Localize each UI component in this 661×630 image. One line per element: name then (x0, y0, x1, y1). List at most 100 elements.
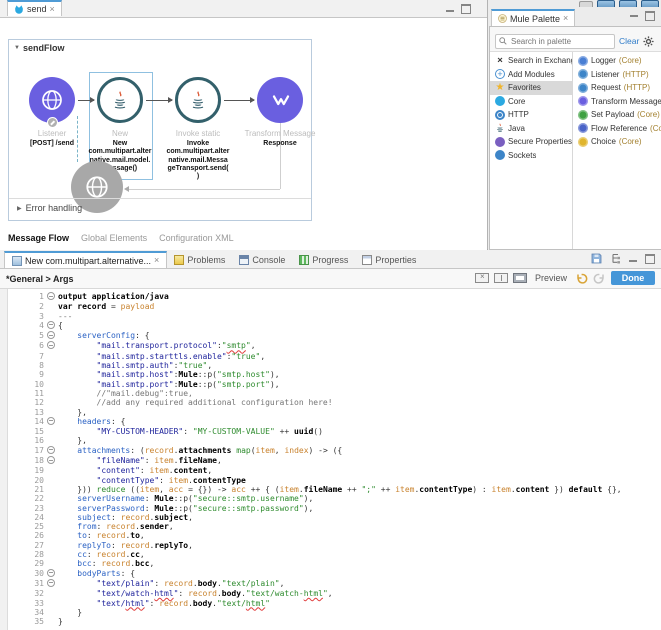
code-line[interactable]: 32 "text/watch-html": record.body."text/… (8, 589, 661, 598)
gear-icon[interactable] (643, 35, 654, 47)
code-line[interactable]: 15 "MY-CUSTOM-HEADER": "MY-CUSTOM-VALUE"… (8, 427, 661, 436)
code-line[interactable]: 3 --- (8, 312, 661, 321)
code-line[interactable]: 34 } (8, 608, 661, 617)
code-line[interactable]: 21 })) reduce ((item, acc = {}) -> acc +… (8, 485, 661, 494)
code-line[interactable]: 13 }, (8, 408, 661, 417)
flow-node-transform-message[interactable]: Transform Message Response (245, 77, 315, 147)
code-line[interactable]: 19 "content": item.content, (8, 466, 661, 475)
tab-configuration-xml[interactable]: Configuration XML (159, 233, 234, 243)
code-line[interactable]: 27 replyTo: record.replyTo, (8, 541, 661, 550)
code-line[interactable]: 23 serverPassword: Mule::p("secure::smtp… (8, 504, 661, 513)
code-line[interactable]: 2 var record = payload (8, 302, 661, 311)
code-line[interactable]: 8 "mail.smtp.auth":"true", (8, 361, 661, 370)
close-icon[interactable]: × (50, 4, 55, 14)
code-lines[interactable]: 1 output application/java 2 var record = pa… (8, 292, 661, 630)
flow-node-java-new[interactable]: New New com.multipart.alter native.mail.mo… (88, 77, 152, 172)
palette-category-java[interactable]: Java (490, 122, 572, 136)
palette-component-transform-message[interactable]: Transform Message(Core) (573, 95, 661, 109)
fold-toggle-icon[interactable] (47, 578, 55, 587)
code-line[interactable]: 10 "mail.smtp.port":Mule::p("smtp.port")… (8, 380, 661, 389)
code-line[interactable]: 20 "contentType": item.contentType (8, 476, 661, 485)
code-line[interactable]: 12 //add any required additional configu… (8, 398, 661, 407)
expand-icon[interactable]: ▶ (17, 205, 22, 212)
bottom-tab-console[interactable]: Console (232, 251, 292, 268)
undo-icon[interactable] (575, 273, 588, 284)
code-line[interactable]: 26 to: record.to, (8, 531, 661, 540)
tab-message-flow[interactable]: Message Flow (8, 233, 69, 243)
view-editor-only-icon[interactable] (512, 273, 527, 283)
palette-category-search-in-exchange-[interactable]: × Search in Exchange.. (490, 54, 572, 68)
code-line[interactable]: 9 "mail.smtp.host":Mule::p("smtp.host"), (8, 370, 661, 379)
maximize-icon[interactable] (645, 253, 655, 264)
search-input[interactable] (509, 35, 603, 47)
minimize-icon[interactable] (630, 15, 638, 17)
bottom-tab-properties[interactable]: Properties (355, 251, 423, 268)
close-icon[interactable]: × (563, 14, 568, 23)
fold-toggle-icon[interactable] (47, 416, 55, 425)
save-icon[interactable] (591, 253, 602, 264)
code-line[interactable]: 1 output application/java (8, 292, 661, 302)
minimize-icon[interactable] (629, 259, 637, 262)
minimize-icon[interactable] (446, 10, 454, 12)
code-line[interactable]: 18 "fileName": item.fileName, (8, 456, 661, 466)
palette-category-sockets[interactable]: Sockets (490, 149, 572, 163)
view-split-icon[interactable] (493, 273, 508, 283)
code-line[interactable]: 7 "mail.smtp.starttls.enable":"true", (8, 352, 661, 361)
fold-toggle-icon[interactable] (47, 568, 55, 577)
palette-component-flow-reference[interactable]: Flow Reference(Core) (573, 122, 661, 136)
fold-toggle-icon[interactable] (47, 292, 55, 300)
bottom-tab-new-com-multipart-alternative-[interactable]: New com.multipart.alternative... × (4, 251, 168, 268)
code-line[interactable]: 30 bodyParts: { (8, 568, 661, 579)
maximize-icon[interactable] (645, 11, 655, 21)
flow-node-java-invoke[interactable]: Invoke static Invoke com.multipart.alter n… (166, 77, 230, 180)
code-line[interactable]: 5 serverConfig: { (8, 331, 661, 341)
editor-tab-send[interactable]: send × (7, 0, 62, 16)
bottom-tab-progress[interactable]: Progress (292, 251, 355, 268)
code-line[interactable]: 28 cc: record.cc, (8, 550, 661, 559)
flow-header[interactable]: ▼ sendFlow (14, 43, 64, 53)
code-line[interactable]: 22 serverUsername: Mule::p("secure::smtp… (8, 494, 661, 503)
fold-toggle-icon[interactable] (47, 320, 55, 329)
palette-category-favorites[interactable]: ★ Favorites (490, 81, 572, 95)
collapse-icon[interactable]: ▼ (14, 45, 20, 51)
palette-category-secure-properties[interactable]: Secure Properties (490, 135, 572, 149)
flow-node-listener[interactable]: Listener [POST] /send (29, 77, 75, 147)
preview-toggle[interactable]: Preview (535, 273, 567, 283)
error-handling-section[interactable]: ▶ Error handling (17, 203, 82, 213)
bottom-tab-problems[interactable]: Problems (167, 251, 232, 268)
fold-toggle-icon[interactable] (47, 445, 55, 454)
code-line[interactable]: 11 //"mail.debug":true, (8, 389, 661, 398)
code-line[interactable]: 24 subject: record.subject, (8, 513, 661, 522)
code-line[interactable]: 33 "text/html": record.body."text/html" (8, 599, 661, 608)
done-button[interactable]: Done (611, 271, 655, 285)
code-line[interactable]: 31 "text/plain": record.body."text/plain… (8, 578, 661, 589)
tab-global-elements[interactable]: Global Elements (81, 233, 147, 243)
view-source-with-tree-icon[interactable] (474, 272, 489, 283)
palette-component-listener[interactable]: Listener (HTTP) (573, 68, 661, 82)
palette-component-request[interactable]: Request (HTTP) (573, 81, 661, 95)
close-icon[interactable]: × (154, 256, 159, 265)
palette-component-choice[interactable]: Choice (Core) (573, 135, 661, 149)
link-with-editor-icon[interactable] (610, 253, 621, 264)
code-line[interactable]: 16 }, (8, 436, 661, 445)
code-line[interactable]: 35} (8, 617, 661, 626)
palette-category-http[interactable]: HTTP (490, 108, 572, 122)
code-line[interactable]: 14 headers: { (8, 416, 661, 427)
fold-toggle-icon[interactable] (47, 341, 55, 350)
maximize-icon[interactable] (461, 4, 471, 14)
fold-toggle-icon[interactable] (47, 456, 55, 465)
palette-component-set-payload[interactable]: Set Payload (Core) (573, 108, 661, 122)
dw-code-editor[interactable]: 1 output application/java 2 var record = pa… (0, 289, 661, 630)
flow-canvas[interactable]: ▼ sendFlow Listener [POST] /send New New… (0, 18, 487, 251)
redo-icon[interactable] (593, 273, 606, 284)
palette-tab[interactable]: Mule Palette × (491, 9, 576, 26)
code-line[interactable]: 29 bcc: record.bcc, (8, 559, 661, 568)
palette-component-logger[interactable]: Logger (Core) (573, 54, 661, 68)
palette-category-add-modules[interactable]: + Add Modules (490, 68, 572, 82)
fold-toggle-icon[interactable] (47, 331, 55, 340)
palette-category-core[interactable]: Core (490, 95, 572, 109)
code-line[interactable]: 6 "mail.transport.protocol":"smtp", (8, 341, 661, 351)
code-line[interactable]: 17 attachments: (record.attachments map(… (8, 445, 661, 456)
code-line[interactable]: 25 from: record.sender, (8, 522, 661, 531)
breadcrumb[interactable]: *General > Args (0, 274, 73, 284)
